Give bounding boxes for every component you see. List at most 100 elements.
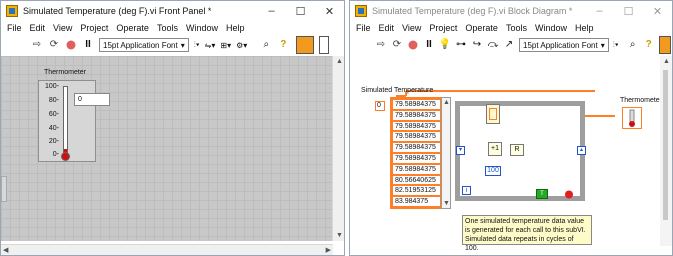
align-objects-icon[interactable]: ⫶▾ xyxy=(194,40,200,50)
step-over-icon[interactable]: ⤼ xyxy=(487,39,499,51)
menu-project[interactable]: Project xyxy=(425,23,461,33)
true-constant[interactable]: T xyxy=(536,189,548,199)
array-cell[interactable]: 79.58984375 xyxy=(392,120,441,132)
array-index-display[interactable]: 0 xyxy=(375,101,385,111)
increment-node[interactable]: +1 xyxy=(488,142,502,156)
font-select-dropdown[interactable]: 15pt Application Font ▾ xyxy=(519,38,609,52)
front-panel-titlebar[interactable]: Simulated Temperature (deg F).vi Front P… xyxy=(1,1,344,21)
simulated-temperature-label: Simulated Temperature xyxy=(361,87,434,94)
vi-connector-pane-icon[interactable] xyxy=(296,36,315,54)
run-continuously-icon[interactable]: ⟳ xyxy=(391,39,403,51)
font-select-label: 15pt Application Font xyxy=(523,40,598,50)
retain-wire-values-icon[interactable]: ⊶ xyxy=(455,39,467,51)
block-diagram-toolbar: ⇨ ⟳ II 💡 ⊶ ↪ ⤼ ↗ 15pt Application Font ▾ … xyxy=(350,35,672,55)
menu-operate[interactable]: Operate xyxy=(112,23,153,33)
maximize-button[interactable]: ☐ xyxy=(614,1,643,21)
step-out-icon[interactable]: ↗ xyxy=(503,39,515,51)
menu-edit[interactable]: Edit xyxy=(26,23,50,33)
thermometer-label: Thermometer xyxy=(44,69,87,76)
array-cell[interactable]: 79.58984375 xyxy=(392,109,441,121)
array-cell[interactable]: 79.58984375 xyxy=(392,99,441,110)
scroll-up-icon[interactable]: ▲ xyxy=(663,58,670,65)
menu-help[interactable]: Help xyxy=(571,23,598,33)
search-icon[interactable]: ⌕ xyxy=(627,39,639,51)
array-cell[interactable]: 79.58984375 xyxy=(392,131,441,143)
front-panel-vertical-scrollbar[interactable]: ▲ ▼ xyxy=(332,56,344,241)
numeric-constant-100[interactable]: 100 xyxy=(485,166,501,176)
menu-tools[interactable]: Tools xyxy=(502,23,531,33)
minimize-button[interactable]: – xyxy=(257,1,286,21)
array-cell[interactable]: 80.56640625 xyxy=(392,174,441,186)
array-cell[interactable]: 83.984375 xyxy=(392,196,441,207)
run-arrow-icon[interactable]: ⇨ xyxy=(31,39,43,51)
scroll-down-icon[interactable]: ▼ xyxy=(443,200,450,207)
vi-icon[interactable] xyxy=(658,36,671,54)
run-arrow-icon[interactable]: ⇨ xyxy=(375,39,387,51)
thermometer-tick: 100- xyxy=(44,83,59,90)
free-label-comment[interactable]: One simulated temperature data value is … xyxy=(462,215,592,252)
stop-condition-icon[interactable] xyxy=(564,190,574,199)
block-diagram-title: Simulated Temperature (deg F).vi Block D… xyxy=(372,6,573,16)
scroll-left-icon[interactable]: ◀ xyxy=(3,246,8,254)
menu-window[interactable]: Window xyxy=(182,23,222,33)
menu-operate[interactable]: Operate xyxy=(461,23,502,33)
simulated-temperature-array-constant[interactable]: 79.58984375 79.58984375 79.58984375 79.5… xyxy=(390,97,443,209)
minimize-button[interactable]: – xyxy=(585,1,614,21)
font-select-dropdown[interactable]: 15pt Application Font ▾ xyxy=(99,38,189,52)
menu-view[interactable]: View xyxy=(398,23,425,33)
vi-icon[interactable] xyxy=(319,36,330,54)
scroll-right-icon[interactable]: ▶ xyxy=(326,246,331,254)
distribute-objects-icon[interactable]: ⇋▾ xyxy=(205,41,216,50)
menu-file[interactable]: File xyxy=(3,23,26,33)
align-objects-icon[interactable]: ⫶▾ xyxy=(613,40,619,50)
context-help-icon[interactable]: ? xyxy=(277,39,289,51)
thermometer-indicator-terminal[interactable] xyxy=(622,107,642,129)
front-panel-toolbar: ⇨ ⟳ II 15pt Application Font ▾ ⫶▾ ⇋▾ ⊞▾ ⚙… xyxy=(1,35,344,55)
while-loop-structure[interactable]: ▾ ▴ +1 R 100 i T xyxy=(455,101,586,201)
scroll-up-icon[interactable]: ▲ xyxy=(443,99,450,106)
maximize-button[interactable]: ☐ xyxy=(286,1,315,21)
loop-iteration-terminal: i xyxy=(462,186,471,195)
block-diagram-vertical-scrollbar[interactable]: ▲ xyxy=(660,56,672,246)
menu-window[interactable]: Window xyxy=(531,23,571,33)
array-cell[interactable]: 82.51953125 xyxy=(392,185,441,197)
scrollbar-thumb[interactable] xyxy=(663,70,668,220)
comment-line: is generated for each call to this subVI… xyxy=(465,227,586,234)
front-panel-window: Simulated Temperature (deg F).vi Front P… xyxy=(0,0,345,256)
close-button[interactable]: ✕ xyxy=(315,1,344,21)
thermometer-indicator[interactable]: 100- 80- 60- 40- 20- 0- 0 xyxy=(38,80,110,162)
front-panel-horizontal-scrollbar[interactable]: ◀ ▶ xyxy=(1,244,333,255)
reorder-icon[interactable]: ⚙▾ xyxy=(236,41,247,50)
search-icon[interactable]: ⌕ xyxy=(260,39,272,51)
array-cell[interactable]: 79.58984375 xyxy=(392,142,441,153)
block-diagram-titlebar[interactable]: Simulated Temperature (deg F).vi Block D… xyxy=(350,1,672,21)
labview-vi-icon xyxy=(355,5,367,17)
menu-tools[interactable]: Tools xyxy=(153,23,182,33)
array-scrollbar[interactable]: ▲ ▼ xyxy=(441,97,451,209)
step-into-icon[interactable]: ↪ xyxy=(471,39,483,51)
shift-register-right[interactable]: ▴ xyxy=(577,146,586,155)
array-cell[interactable]: 79.58984375 xyxy=(392,152,441,164)
menu-file[interactable]: File xyxy=(352,23,375,33)
highlight-execution-icon[interactable]: 💡 xyxy=(439,39,451,51)
abort-stop-icon[interactable] xyxy=(65,39,77,51)
menu-edit[interactable]: Edit xyxy=(375,23,399,33)
pause-icon[interactable]: II xyxy=(82,39,94,51)
array-cell[interactable]: 79.58984375 xyxy=(392,163,441,175)
menu-view[interactable]: View xyxy=(49,23,76,33)
scroll-down-icon[interactable]: ▼ xyxy=(336,232,343,239)
scroll-up-icon[interactable]: ▲ xyxy=(336,58,343,65)
run-continuously-icon[interactable]: ⟳ xyxy=(48,39,60,51)
close-button[interactable]: ✕ xyxy=(643,1,672,21)
quotient-remainder-node[interactable]: R xyxy=(510,144,524,156)
pause-icon[interactable]: II xyxy=(423,39,435,51)
resize-objects-icon[interactable]: ⊞▾ xyxy=(220,41,231,50)
context-help-icon[interactable]: ? xyxy=(643,39,655,51)
shift-register-left[interactable]: ▾ xyxy=(456,146,465,155)
abort-stop-icon[interactable] xyxy=(407,39,419,51)
menu-project[interactable]: Project xyxy=(76,23,112,33)
index-array-node[interactable] xyxy=(486,104,500,124)
front-panel-title: Simulated Temperature (deg F).vi Front P… xyxy=(23,6,212,16)
menu-help[interactable]: Help xyxy=(222,23,249,33)
panel-splitter-handle[interactable] xyxy=(1,176,7,202)
